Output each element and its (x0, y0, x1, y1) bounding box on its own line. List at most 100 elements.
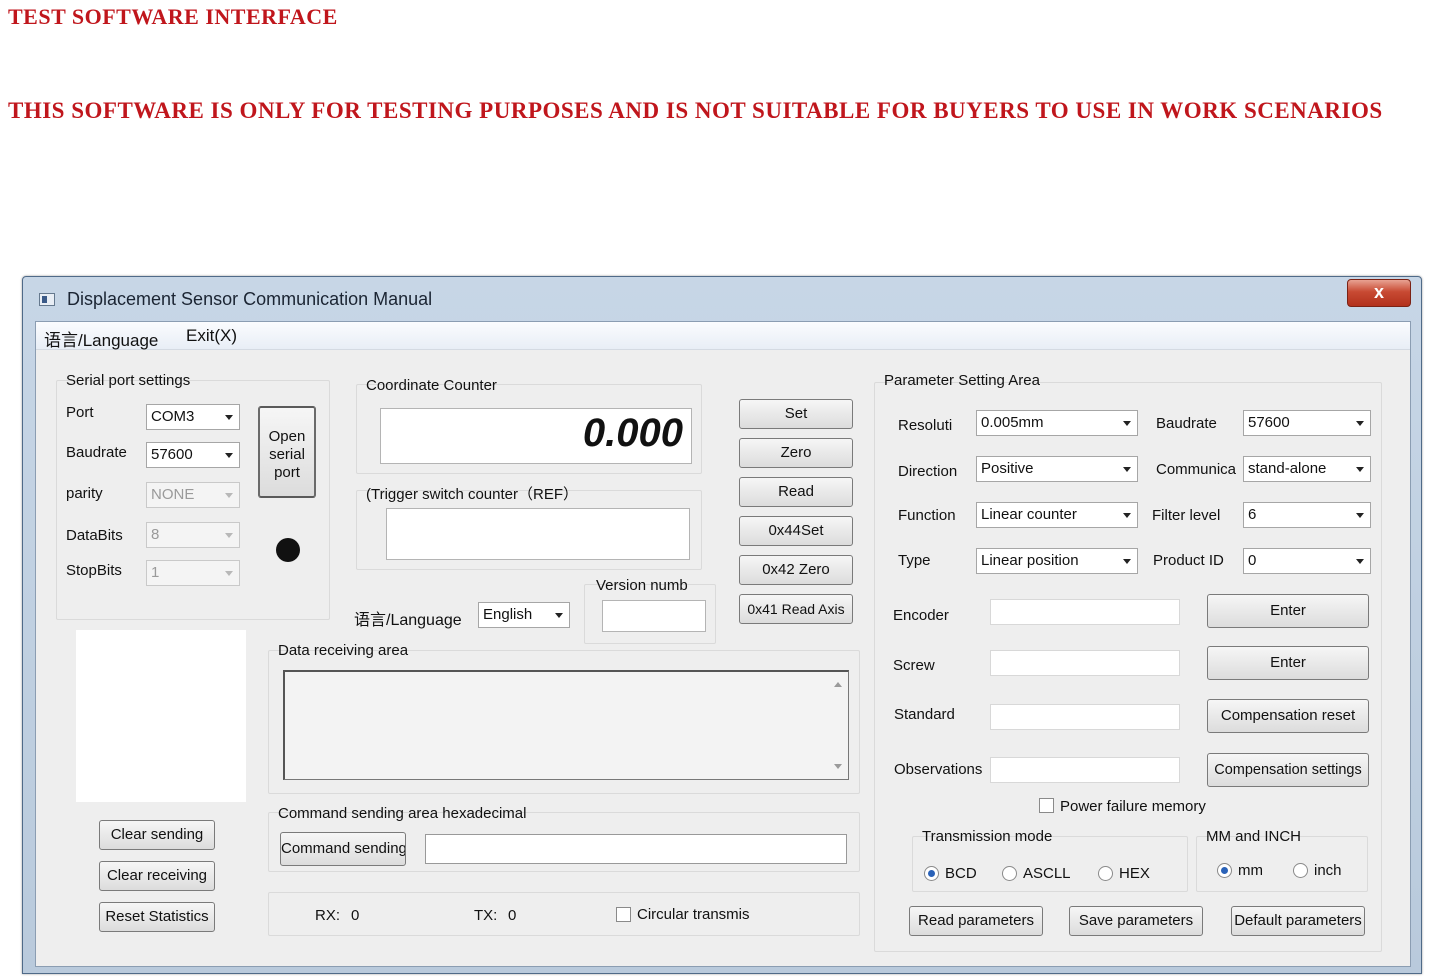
product-id-value: 0 (1248, 552, 1257, 569)
direction-select[interactable]: Positive (976, 456, 1138, 482)
default-parameters-button[interactable]: Default parameters (1231, 906, 1365, 936)
screw-label: Screw (893, 657, 935, 674)
parity-select[interactable]: NONE (146, 482, 240, 508)
product-id-select[interactable]: 0 (1243, 548, 1371, 574)
communication-label: Communica (1156, 461, 1237, 478)
hex-label: HEX (1119, 865, 1150, 882)
chevron-down-icon (225, 533, 233, 538)
scroll-up-icon[interactable] (834, 682, 842, 687)
type-value: Linear position (981, 552, 1079, 569)
command-sending-button[interactable]: Command sending (280, 832, 406, 866)
app-window-icon (39, 293, 55, 306)
title-bar[interactable]: Displacement Sensor Communication Manual… (23, 277, 1421, 321)
menu-exit[interactable]: Exit(X) (186, 326, 237, 346)
clear-sending-button[interactable]: Clear sending (99, 820, 215, 850)
chevron-down-icon (225, 415, 233, 420)
function-select[interactable]: Linear counter (976, 502, 1138, 528)
observations-input[interactable] (990, 757, 1180, 783)
version-label: Version numb (596, 577, 688, 594)
command-sending-title: Command sending area hexadecimal (278, 805, 527, 822)
direction-label: Direction (898, 463, 958, 480)
open-label-3: port (274, 464, 300, 481)
open-serial-port-button[interactable]: Open serial port (258, 406, 316, 498)
menu-language[interactable]: 语言/Language (44, 326, 158, 351)
rx-value: 0 (351, 907, 360, 924)
reset-statistics-button[interactable]: Reset Statistics (99, 902, 215, 932)
baudrate-label: Baudrate (66, 444, 127, 461)
set44-button[interactable]: 0x44Set (739, 516, 853, 546)
language-select[interactable]: English (478, 602, 570, 628)
standard-label: Standard (894, 706, 955, 723)
scroll-down-icon[interactable] (834, 764, 842, 769)
baudrate-select[interactable]: 57600 (146, 442, 240, 468)
set-button[interactable]: Set (739, 399, 853, 429)
command-input[interactable] (425, 834, 847, 864)
filter-level-select[interactable]: 6 (1243, 502, 1371, 528)
bcd-radio[interactable] (924, 866, 939, 881)
parameter-setting-title: Parameter Setting Area (884, 372, 1040, 389)
mm-radio[interactable] (1217, 863, 1232, 878)
screw-enter-button[interactable]: Enter (1207, 646, 1369, 680)
compensation-settings-button[interactable]: Compensation settings (1207, 753, 1369, 787)
tx-value: 0 (508, 907, 517, 924)
type-select[interactable]: Linear position (976, 548, 1138, 574)
chevron-down-icon (225, 571, 233, 576)
rx-label: RX: (315, 907, 341, 924)
circular-transmit-checkbox[interactable] (616, 907, 631, 922)
chevron-down-icon (1356, 467, 1364, 472)
zero-button[interactable]: Zero (739, 438, 853, 468)
data-receiving-textarea[interactable] (283, 670, 849, 780)
communication-value: stand-alone (1248, 460, 1327, 477)
stopbits-value: 1 (151, 564, 160, 581)
communication-select[interactable]: stand-alone (1243, 456, 1371, 482)
parity-value: NONE (151, 486, 195, 503)
ascll-radio[interactable] (1002, 866, 1017, 881)
clear-receiving-button[interactable]: Clear receiving (99, 861, 215, 891)
trigger-counter-display (386, 508, 690, 560)
save-parameters-button[interactable]: Save parameters (1069, 906, 1203, 936)
read41-axis-button[interactable]: 0x41 Read Axis (739, 594, 853, 624)
open-label-2: serial (269, 446, 305, 463)
resolution-select[interactable]: 0.005mm (976, 410, 1138, 436)
compensation-reset-button[interactable]: Compensation reset (1207, 699, 1369, 733)
zero42-button[interactable]: 0x42 Zero (739, 555, 853, 585)
encoder-enter-button[interactable]: Enter (1207, 594, 1369, 628)
coordinate-counter-display: 0.000 (380, 408, 692, 464)
screw-input[interactable] (990, 650, 1180, 676)
power-failure-memory-checkbox[interactable] (1039, 798, 1054, 813)
chevron-down-icon (1123, 467, 1131, 472)
circular-transmit-label: Circular transmis (637, 906, 750, 923)
ascll-label: ASCLL (1023, 865, 1071, 882)
read-parameters-button[interactable]: Read parameters (909, 906, 1043, 936)
mm-label: mm (1238, 862, 1263, 879)
open-label-1: Open (268, 428, 306, 445)
tx-label: TX: (474, 907, 498, 924)
databits-select[interactable]: 8 (146, 522, 240, 548)
stopbits-label: StopBits (66, 562, 122, 579)
param-baudrate-select[interactable]: 57600 (1243, 410, 1371, 436)
parity-label: parity (66, 485, 103, 502)
data-receiving-title: Data receiving area (278, 642, 409, 659)
port-select[interactable]: COM3 (146, 404, 240, 430)
units-title: MM and INCH (1206, 828, 1302, 845)
close-button[interactable]: x (1347, 279, 1411, 307)
hex-radio[interactable] (1098, 866, 1113, 881)
read-button[interactable]: Read (739, 477, 853, 507)
serial-settings-title: Serial port settings (66, 372, 191, 389)
databits-value: 8 (151, 526, 160, 543)
preview-panel (76, 630, 246, 802)
connection-status-dot (276, 538, 300, 562)
databits-label: DataBits (66, 527, 123, 544)
encoder-input[interactable] (990, 599, 1180, 625)
stopbits-select[interactable]: 1 (146, 560, 240, 586)
standard-input[interactable] (990, 704, 1180, 730)
direction-value: Positive (981, 460, 1034, 477)
banner-title: TEST SOFTWARE INTERFACE (8, 4, 338, 29)
app-window: Displacement Sensor Communication Manual… (22, 276, 1422, 974)
port-value: COM3 (151, 408, 195, 425)
client-area: 语言/Language Exit(X) Serial port settings… (35, 321, 1411, 967)
chevron-down-icon (1123, 421, 1131, 426)
coordinate-counter-title: Coordinate Counter (366, 377, 497, 394)
inch-radio[interactable] (1293, 863, 1308, 878)
language-value: English (483, 606, 533, 623)
